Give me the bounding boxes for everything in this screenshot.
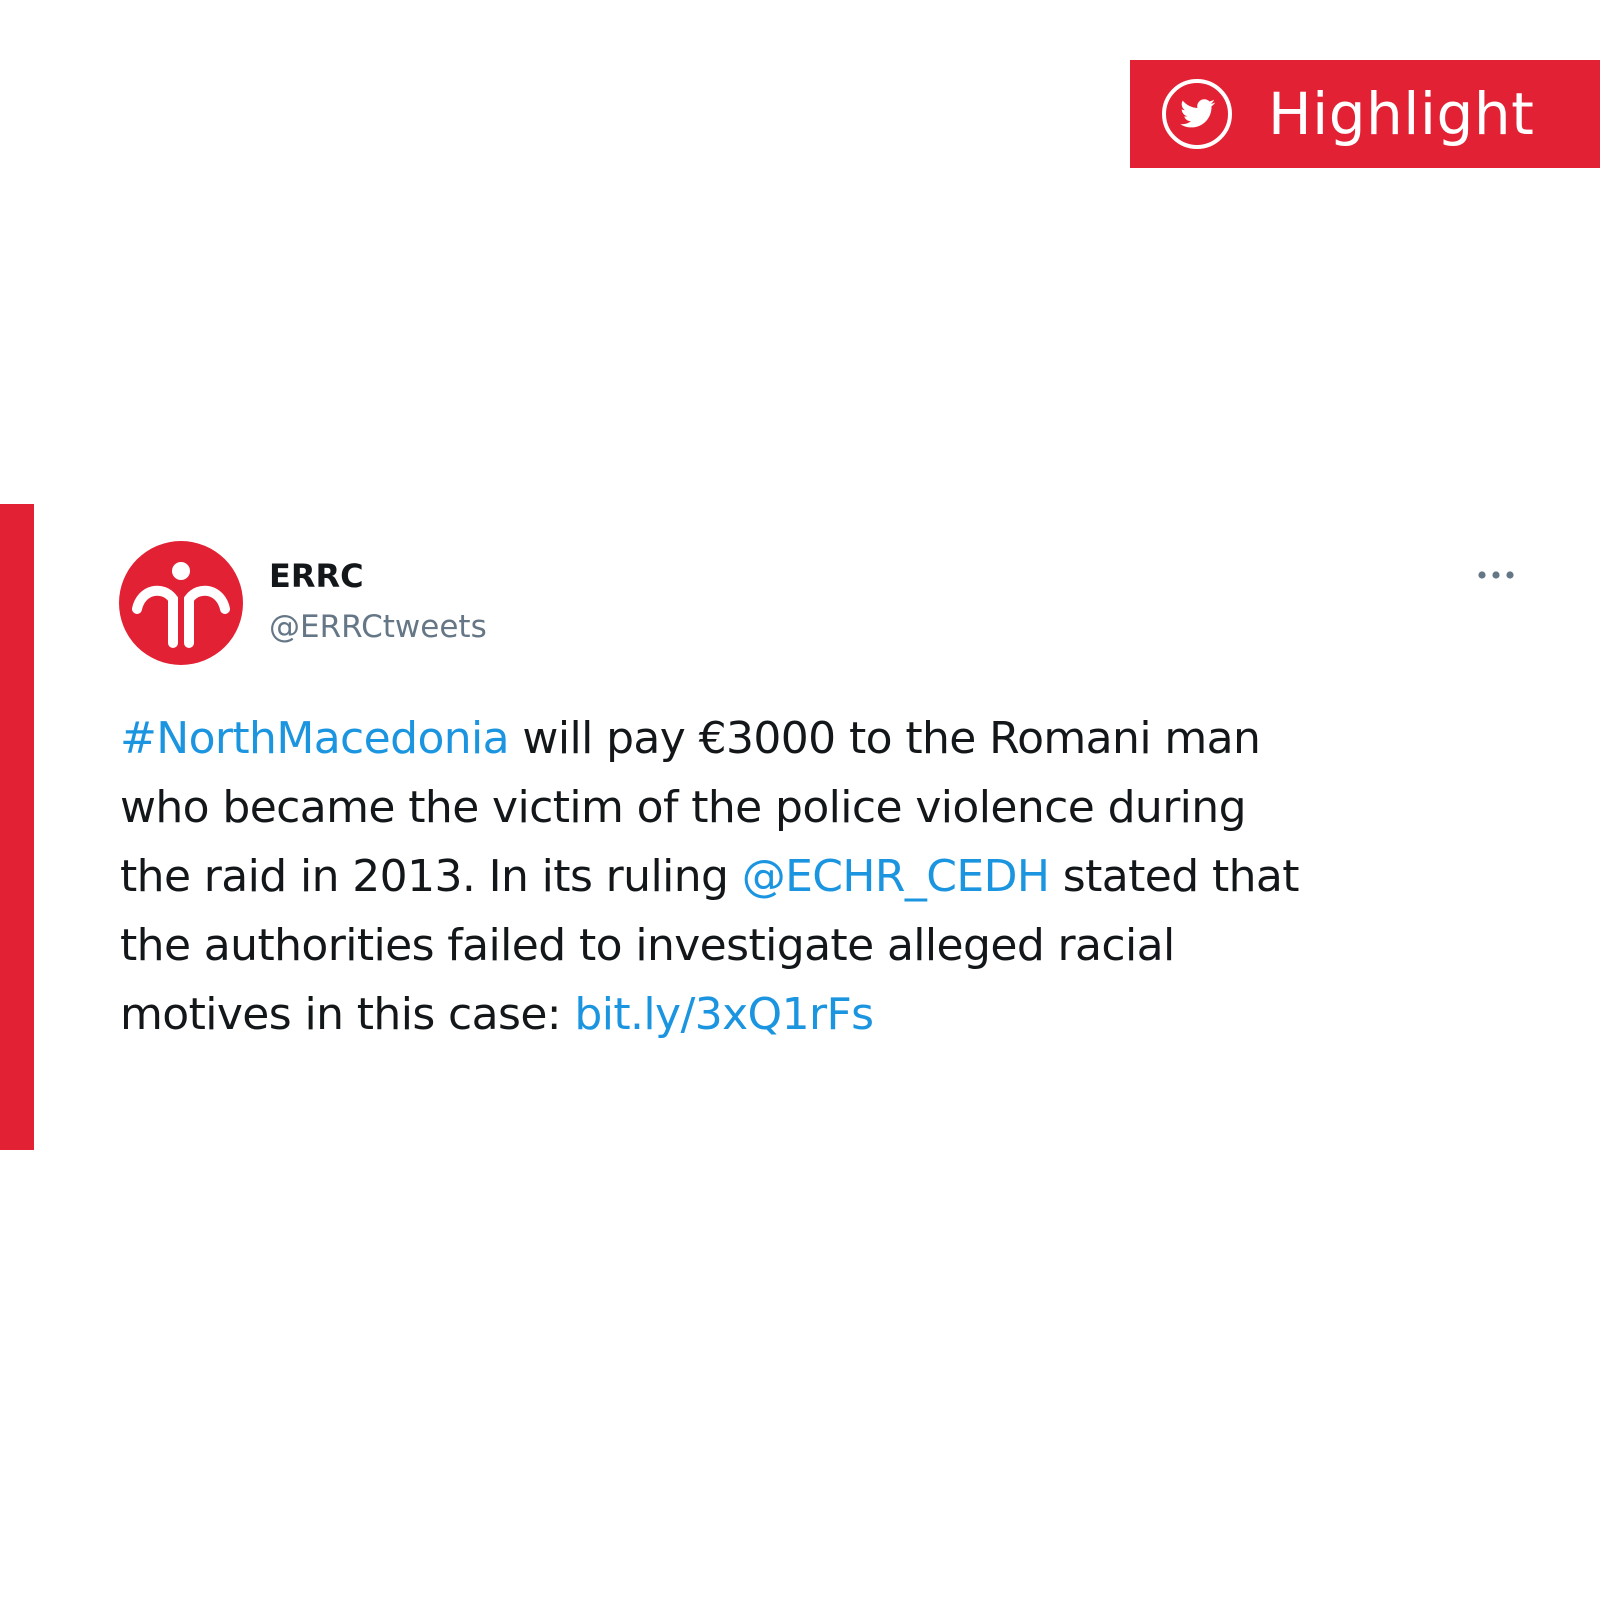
tweet-line: the raid in 2013. In its ruling @ECHR_CE…: [120, 842, 1560, 911]
left-accent-bar: [0, 504, 34, 1150]
highlight-badge: Highlight: [1130, 60, 1600, 168]
url-link[interactable]: bit.ly/3xQ1rFs: [574, 989, 874, 1040]
errc-logo-icon[interactable]: [119, 541, 243, 665]
tweet-text-segment: will pay €3000 to the Romani man: [509, 713, 1261, 764]
twitter-bird-icon: [1162, 79, 1232, 149]
highlight-label: Highlight: [1268, 80, 1535, 148]
mention-link[interactable]: @ECHR_CEDH: [742, 851, 1050, 902]
tweet-line: who became the victim of the police viol…: [120, 773, 1560, 842]
tweet-text-segment: who became the victim of the police viol…: [120, 782, 1247, 833]
tweet-body: #NorthMacedonia will pay €3000 to the Ro…: [120, 704, 1560, 1049]
author-handle[interactable]: @ERRCtweets: [269, 607, 487, 647]
hashtag-link[interactable]: #NorthMacedonia: [120, 713, 510, 764]
tweet-text-segment: stated that: [1049, 851, 1300, 902]
tweet-highlight-card: Highlight ERRC @ERRCtweets #NorthMacedon…: [0, 0, 1600, 1600]
more-options-icon[interactable]: [1474, 560, 1518, 590]
tweet-line: the authorities failed to investigate al…: [120, 911, 1560, 980]
tweet-text-segment: the authorities failed to investigate al…: [120, 920, 1175, 971]
tweet-line: #NorthMacedonia will pay €3000 to the Ro…: [120, 704, 1560, 773]
author-display-name[interactable]: ERRC: [269, 556, 364, 596]
tweet-line: motives in this case: bit.ly/3xQ1rFs: [120, 980, 1560, 1049]
tweet-text-segment: the raid in 2013. In its ruling: [120, 851, 742, 902]
tweet-text-segment: motives in this case:: [120, 989, 575, 1040]
